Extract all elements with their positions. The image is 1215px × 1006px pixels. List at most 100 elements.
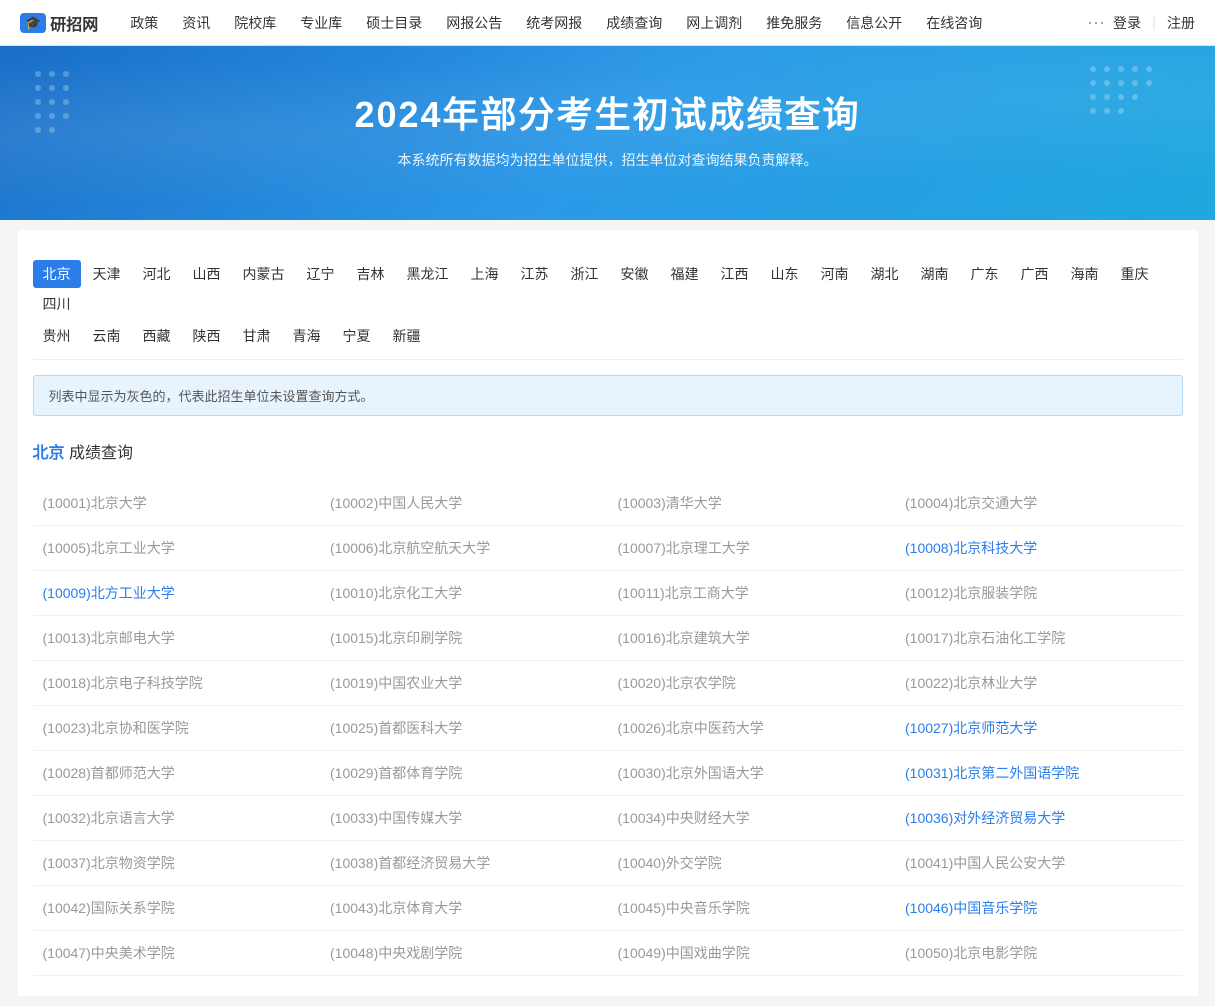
nav-item-4[interactable]: 硕士目录 <box>354 0 434 46</box>
university-cell[interactable]: (10036)对外经济贸易大学 <box>895 796 1183 841</box>
nav-link-8[interactable]: 网上调剂 <box>674 0 754 46</box>
region-广西[interactable]: 广西 <box>1011 260 1059 288</box>
table-row: (10018)北京电子科技学院(10019)中国农业大学(10020)北京农学院… <box>33 661 1183 706</box>
region-北京[interactable]: 北京 <box>33 260 81 288</box>
university-cell: (10015)北京印刷学院 <box>320 616 608 661</box>
region-row-2: 贵州云南西藏陕西甘肃青海宁夏新疆 <box>33 322 1183 350</box>
nav-link-7[interactable]: 成绩查询 <box>594 0 674 46</box>
region-云南[interactable]: 云南 <box>83 322 131 350</box>
region-海南[interactable]: 海南 <box>1061 260 1109 288</box>
table-row: (10009)北方工业大学(10010)北京化工大学(10011)北京工商大学(… <box>33 571 1183 616</box>
logo-icon: 🎓 <box>20 13 46 33</box>
nav-link-5[interactable]: 网报公告 <box>434 0 514 46</box>
hero-subtitle: 本系统所有数据均为招生单位提供，招生单位对查询结果负责解释。 <box>20 150 1195 170</box>
region-广东[interactable]: 广东 <box>961 260 1009 288</box>
university-cell: (10022)北京林业大学 <box>895 661 1183 706</box>
region-湖北[interactable]: 湖北 <box>861 260 909 288</box>
university-cell[interactable]: (10027)北京师范大学 <box>895 706 1183 751</box>
region-辽宁[interactable]: 辽宁 <box>297 260 345 288</box>
nav-link-6[interactable]: 统考网报 <box>514 0 594 46</box>
university-cell: (10048)中央戏剧学院 <box>320 931 608 976</box>
nav-item-0[interactable]: 政策 <box>118 0 170 46</box>
region-宁夏[interactable]: 宁夏 <box>333 322 381 350</box>
region-重庆[interactable]: 重庆 <box>1111 260 1159 288</box>
region-陕西[interactable]: 陕西 <box>183 322 231 350</box>
nav-item-9[interactable]: 推免服务 <box>754 0 834 46</box>
university-cell: (10004)北京交通大学 <box>895 481 1183 526</box>
nav-link-10[interactable]: 信息公开 <box>834 0 914 46</box>
university-cell: (10034)中央财经大学 <box>608 796 896 841</box>
university-cell: (10010)北京化工大学 <box>320 571 608 616</box>
auth-section: 登录 ｜ 注册 <box>1113 13 1195 33</box>
table-row: (10005)北京工业大学(10006)北京航空航天大学(10007)北京理工大… <box>33 526 1183 571</box>
nav-item-8[interactable]: 网上调剂 <box>674 0 754 46</box>
region-row-1: 北京天津河北山西内蒙古辽宁吉林黑龙江上海江苏浙江安徽福建江西山东河南湖北湖南广东… <box>33 260 1183 318</box>
uni-link-10027[interactable]: (10027)北京师范大学 <box>905 720 1037 736</box>
nav-item-11[interactable]: 在线咨询 <box>914 0 994 46</box>
uni-link-10036[interactable]: (10036)对外经济贸易大学 <box>905 810 1065 826</box>
nav-item-6[interactable]: 统考网报 <box>514 0 594 46</box>
hero-banner: 2024年部分考生初试成绩查询 本系统所有数据均为招生单位提供，招生单位对查询结… <box>0 46 1215 220</box>
nav-link-1[interactable]: 资讯 <box>170 0 222 46</box>
main-content: 北京天津河北山西内蒙古辽宁吉林黑龙江上海江苏浙江安徽福建江西山东河南湖北湖南广东… <box>18 230 1198 996</box>
university-cell[interactable]: (10031)北京第二外国语学院 <box>895 751 1183 796</box>
uni-link-10031[interactable]: (10031)北京第二外国语学院 <box>905 765 1079 781</box>
nav-link-4[interactable]: 硕士目录 <box>354 0 434 46</box>
nav-item-1[interactable]: 资讯 <box>170 0 222 46</box>
nav-link-0[interactable]: 政策 <box>118 0 170 46</box>
nav-link-2[interactable]: 院校库 <box>222 0 288 46</box>
login-link[interactable]: 登录 <box>1113 13 1141 33</box>
university-cell[interactable]: (10009)北方工业大学 <box>33 571 321 616</box>
nav-link-11[interactable]: 在线咨询 <box>914 0 994 46</box>
region-天津[interactable]: 天津 <box>83 260 131 288</box>
site-logo[interactable]: 🎓 研招网 <box>20 11 98 35</box>
university-table: (10001)北京大学(10002)中国人民大学(10003)清华大学(1000… <box>33 481 1183 976</box>
university-cell: (10017)北京石油化工学院 <box>895 616 1183 661</box>
nav-link-9[interactable]: 推免服务 <box>754 0 834 46</box>
university-cell: (10028)首都师范大学 <box>33 751 321 796</box>
region-湖南[interactable]: 湖南 <box>911 260 959 288</box>
table-row: (10037)北京物资学院(10038)首都经济贸易大学(10040)外交学院(… <box>33 841 1183 886</box>
navbar: 🎓 研招网 政策资讯院校库专业库硕士目录网报公告统考网报成绩查询网上调剂推免服务… <box>0 0 1215 46</box>
uni-link-10009[interactable]: (10009)北方工业大学 <box>43 585 175 601</box>
nav-item-10[interactable]: 信息公开 <box>834 0 914 46</box>
uni-link-10008[interactable]: (10008)北京科技大学 <box>905 540 1037 556</box>
notice-bar: 列表中显示为灰色的，代表此招生单位未设置查询方式。 <box>33 375 1183 416</box>
region-青海[interactable]: 青海 <box>283 322 331 350</box>
register-link[interactable]: 注册 <box>1167 13 1195 33</box>
region-四川[interactable]: 四川 <box>33 290 81 318</box>
region-新疆[interactable]: 新疆 <box>383 322 431 350</box>
university-cell: (10007)北京理工大学 <box>608 526 896 571</box>
region-江西[interactable]: 江西 <box>711 260 759 288</box>
region-贵州[interactable]: 贵州 <box>33 322 81 350</box>
nav-item-5[interactable]: 网报公告 <box>434 0 514 46</box>
region-浙江[interactable]: 浙江 <box>561 260 609 288</box>
nav-link-3[interactable]: 专业库 <box>288 0 354 46</box>
region-西藏[interactable]: 西藏 <box>133 322 181 350</box>
section-region: 北京 <box>33 445 65 462</box>
region-江苏[interactable]: 江苏 <box>511 260 559 288</box>
table-row: (10032)北京语言大学(10033)中国传媒大学(10034)中央财经大学(… <box>33 796 1183 841</box>
university-cell: (10041)中国人民公安大学 <box>895 841 1183 886</box>
more-nav-button[interactable]: ··· <box>1079 12 1113 33</box>
university-cell: (10047)中央美术学院 <box>33 931 321 976</box>
uni-link-10046[interactable]: (10046)中国音乐学院 <box>905 900 1037 916</box>
region-河北[interactable]: 河北 <box>133 260 181 288</box>
region-河南[interactable]: 河南 <box>811 260 859 288</box>
region-黑龙江[interactable]: 黑龙江 <box>397 260 459 288</box>
university-cell[interactable]: (10008)北京科技大学 <box>895 526 1183 571</box>
nav-item-2[interactable]: 院校库 <box>222 0 288 46</box>
region-山东[interactable]: 山东 <box>761 260 809 288</box>
nav-item-3[interactable]: 专业库 <box>288 0 354 46</box>
region-上海[interactable]: 上海 <box>461 260 509 288</box>
region-福建[interactable]: 福建 <box>661 260 709 288</box>
university-cell[interactable]: (10046)中国音乐学院 <box>895 886 1183 931</box>
region-吉林[interactable]: 吉林 <box>347 260 395 288</box>
nav-item-7[interactable]: 成绩查询 <box>594 0 674 46</box>
table-row: (10013)北京邮电大学(10015)北京印刷学院(10016)北京建筑大学(… <box>33 616 1183 661</box>
university-cell: (10045)中央音乐学院 <box>608 886 896 931</box>
region-甘肃[interactable]: 甘肃 <box>233 322 281 350</box>
region-内蒙古[interactable]: 内蒙古 <box>233 260 295 288</box>
region-山西[interactable]: 山西 <box>183 260 231 288</box>
region-安徽[interactable]: 安徽 <box>611 260 659 288</box>
